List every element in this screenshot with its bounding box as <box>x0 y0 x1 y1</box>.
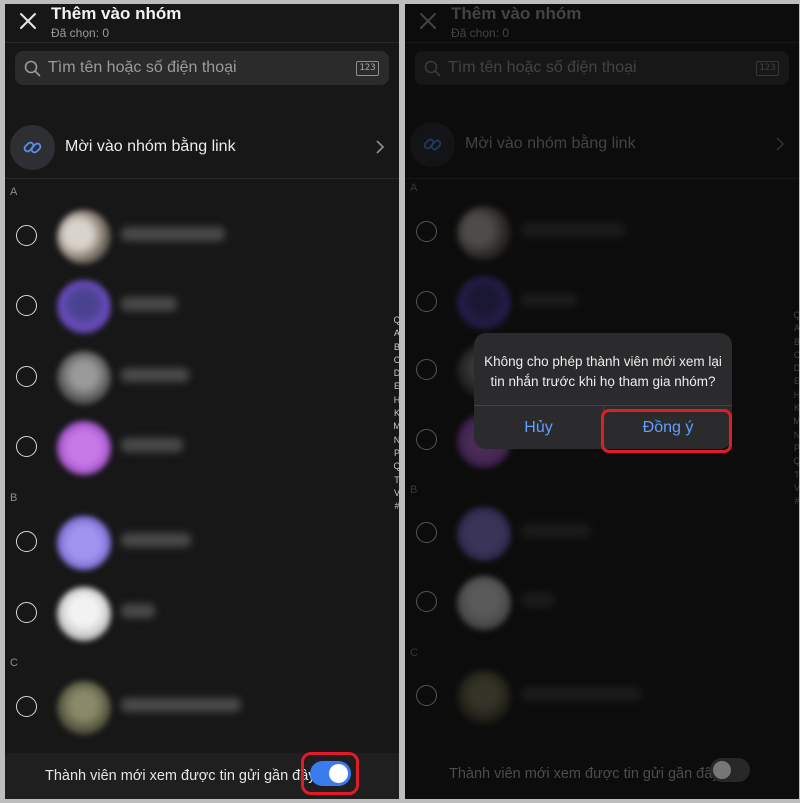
contact-row[interactable] <box>5 581 399 647</box>
dialog-message: Không cho phép thành viên mới xem lại ti… <box>484 354 722 389</box>
index-letter[interactable]: B <box>392 341 399 354</box>
cancel-button[interactable]: Hủy <box>474 406 603 449</box>
index-letter[interactable]: K <box>392 407 399 420</box>
invite-link-label: Mời vào nhóm bằng link <box>65 138 236 155</box>
left-screen: Thêm vào nhóm Đã chọn: 0 Tìm tên hoặc số… <box>5 4 399 799</box>
chevron-right-icon <box>376 140 385 154</box>
contact-name-blurred <box>121 438 183 452</box>
index-letter[interactable]: Q <box>392 314 399 327</box>
right-screen: Thêm vào nhóm Đã chọn: 0 Tìm tên hoặc số… <box>405 4 799 799</box>
section-header: B <box>10 492 18 504</box>
avatar <box>57 516 111 570</box>
highlight-box <box>601 409 732 453</box>
contact-name-blurred <box>121 297 177 311</box>
contact-name-blurred <box>121 227 225 241</box>
contact-name-blurred <box>121 533 191 547</box>
contact-name-blurred <box>121 368 189 382</box>
select-radio[interactable] <box>16 366 37 387</box>
contact-row[interactable] <box>5 204 399 270</box>
avatar <box>57 351 111 405</box>
confirm-dialog: Không cho phép thành viên mới xem lại ti… <box>474 333 732 453</box>
select-radio[interactable] <box>16 295 37 316</box>
alphabet-index[interactable]: Q A B C D E H K M N P Q T V # <box>392 314 399 513</box>
invite-link-row[interactable]: Mời vào nhóm bằng link <box>5 122 399 178</box>
divider <box>5 42 399 43</box>
select-radio[interactable] <box>16 225 37 246</box>
search-icon <box>24 60 41 77</box>
index-letter[interactable]: # <box>392 500 399 513</box>
avatar <box>57 421 111 475</box>
search-placeholder: Tìm tên hoặc số điện thoại <box>48 59 237 76</box>
contact-row[interactable] <box>5 345 399 411</box>
section-header: C <box>10 657 18 669</box>
footer-bar: Thành viên mới xem được tin gửi gần đây <box>5 752 399 799</box>
divider <box>5 178 399 179</box>
select-radio[interactable] <box>16 531 37 552</box>
index-letter[interactable]: V <box>392 487 399 500</box>
select-radio[interactable] <box>16 696 37 717</box>
avatar <box>57 587 111 641</box>
index-letter[interactable]: A <box>392 327 399 340</box>
index-letter[interactable]: E <box>392 380 399 393</box>
select-radio[interactable] <box>16 602 37 623</box>
avatar <box>57 681 111 735</box>
contact-name-blurred <box>121 604 155 618</box>
index-letter[interactable]: Q <box>392 460 399 473</box>
select-radio[interactable] <box>16 436 37 457</box>
highlight-box <box>301 752 359 795</box>
search-input[interactable]: Tìm tên hoặc số điện thoại 123 <box>15 51 389 85</box>
index-letter[interactable]: P <box>392 447 399 460</box>
section-header: A <box>10 186 18 198</box>
contact-row[interactable] <box>5 274 399 340</box>
selected-count: Đã chọn: 0 <box>51 26 110 40</box>
history-toggle-label: Thành viên mới xem được tin gửi gần đây <box>45 768 316 784</box>
contact-row[interactable] <box>5 415 399 481</box>
index-letter[interactable]: C <box>392 354 399 367</box>
keypad-icon[interactable]: 123 <box>356 61 379 76</box>
index-letter[interactable]: M <box>392 420 399 433</box>
link-icon <box>10 125 55 170</box>
index-letter[interactable]: D <box>392 367 399 380</box>
index-letter[interactable]: N <box>392 434 399 447</box>
contact-name-blurred <box>121 698 241 712</box>
avatar <box>57 280 111 334</box>
index-letter[interactable]: T <box>392 474 399 487</box>
page-title: Thêm vào nhóm <box>51 4 182 23</box>
close-icon[interactable] <box>17 10 39 32</box>
contact-row[interactable] <box>5 675 399 741</box>
index-letter[interactable]: H <box>392 394 399 407</box>
avatar <box>57 210 111 264</box>
contact-row[interactable] <box>5 510 399 576</box>
